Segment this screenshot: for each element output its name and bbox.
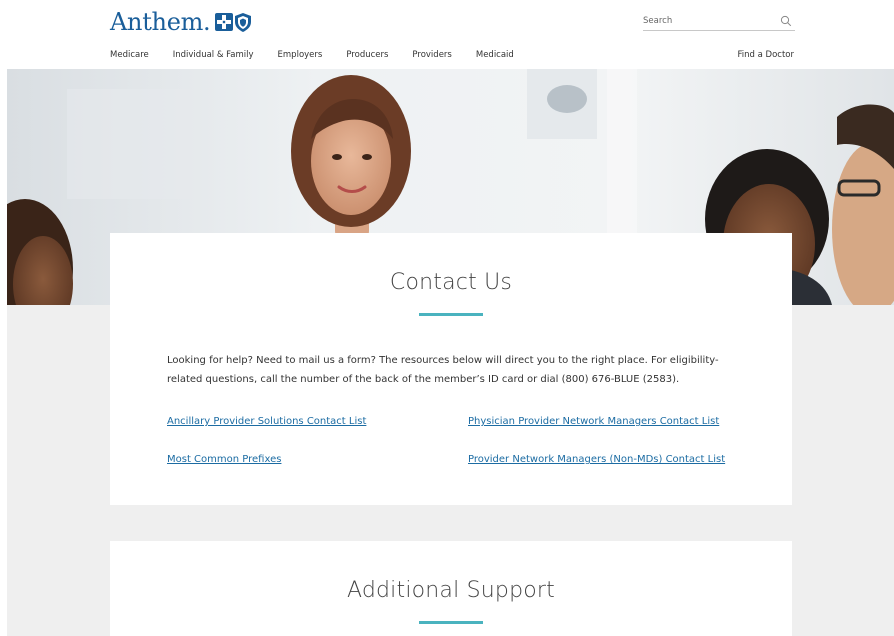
site-header: Anthem. Medicare Individual & Family Emp… xyxy=(0,0,894,70)
main-nav: Medicare Individual & Family Employers P… xyxy=(110,50,538,60)
logo-wordmark: Anthem. xyxy=(110,8,211,36)
search-box[interactable] xyxy=(643,11,795,31)
ancillary-provider-contact-link[interactable]: Ancillary Provider Solutions Contact Lis… xyxy=(167,416,366,427)
additional-support-title: Additional Support xyxy=(346,578,555,603)
blue-shield-icon xyxy=(235,12,252,32)
physician-network-managers-link[interactable]: Physician Provider Network Managers Cont… xyxy=(468,416,719,427)
contact-us-card: Contact Us Looking for help? Need to mai… xyxy=(110,233,792,505)
title-divider xyxy=(419,621,483,624)
contact-intro-text: Looking for help? Need to mail us a form… xyxy=(167,355,719,385)
nav-item-individual-family[interactable]: Individual & Family xyxy=(173,50,254,60)
contact-us-title: Contact Us xyxy=(389,270,513,295)
additional-support-card: Additional Support xyxy=(110,541,792,636)
non-md-network-managers-link[interactable]: Provider Network Managers (Non-MDs) Cont… xyxy=(468,454,725,465)
find-a-doctor-link[interactable]: Find a Doctor xyxy=(738,50,794,60)
blue-cross-icon xyxy=(215,13,234,31)
nav-item-employers[interactable]: Employers xyxy=(278,50,323,60)
anthem-logo[interactable]: Anthem. xyxy=(110,6,252,38)
title-divider xyxy=(419,313,483,316)
common-prefixes-link[interactable]: Most Common Prefixes xyxy=(167,454,281,465)
nav-item-medicare[interactable]: Medicare xyxy=(110,50,149,60)
search-icon[interactable] xyxy=(780,15,792,27)
nav-item-medicaid[interactable]: Medicaid xyxy=(476,50,514,60)
search-input[interactable] xyxy=(643,15,763,26)
nav-item-producers[interactable]: Producers xyxy=(346,50,388,60)
nav-item-providers[interactable]: Providers xyxy=(412,50,451,60)
